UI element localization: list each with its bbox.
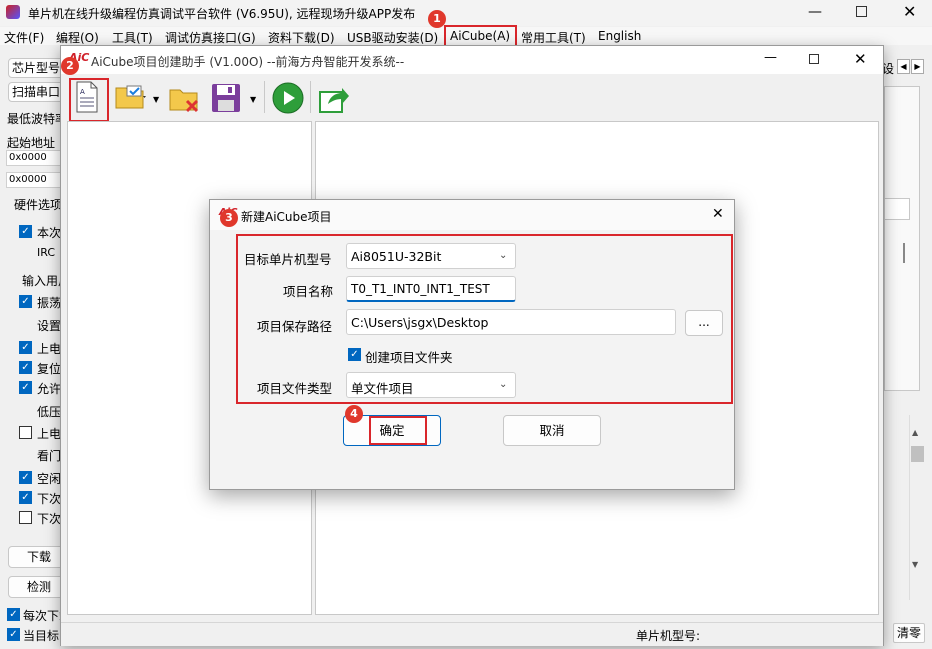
wizard-toolbar: A ▼ ▼ [61, 75, 883, 119]
clear-label: 清零 [896, 626, 921, 640]
bottom-checkbox-2[interactable]: ✓ [7, 628, 20, 641]
menu-file[interactable]: 文件(F) [4, 29, 44, 46]
opt-label-7: 复位 [37, 362, 62, 376]
hardware-label: 硬件选项 [14, 198, 63, 212]
close-button[interactable]: ✕ [903, 2, 916, 21]
opt-checkbox-10[interactable] [19, 426, 32, 439]
chip-model-label: 芯片型号 [12, 61, 61, 75]
close-project-icon[interactable] [169, 84, 201, 114]
new-project-dialog: AiC 新建AiCube项目 ✕ 目标单片机型号 Ai8051U-32Bit ⌄… [209, 199, 735, 490]
export-icon[interactable] [318, 82, 350, 114]
dialog-close-button[interactable]: ✕ [712, 206, 724, 222]
download-label: 下载 [27, 550, 52, 564]
opt-label-10: 上电 [37, 427, 62, 441]
menu-usb[interactable]: USB驱动安装(D) [347, 29, 438, 46]
menu-program[interactable]: 编程(O) [56, 29, 99, 46]
opt-label-11: 看门 [37, 449, 62, 463]
addr-input-1[interactable]: 0x0000 [6, 150, 64, 166]
wizard-minimize-button[interactable]: — [764, 50, 777, 65]
minimize-button[interactable]: — [808, 4, 822, 20]
bottom-checkbox-1[interactable]: ✓ [7, 608, 20, 621]
right-scroll-thumb[interactable] [903, 243, 905, 263]
highlight-menu-aicube [444, 25, 517, 47]
log-scroll-thumb[interactable] [911, 446, 924, 462]
detect-label: 检测 [27, 580, 52, 594]
right-field[interactable] [884, 198, 910, 220]
opt-checkbox-13[interactable]: ✓ [19, 491, 32, 504]
scan-port-button[interactable]: 扫描串口 [8, 82, 64, 102]
wizard-status-bar [61, 622, 883, 646]
cancel-button[interactable]: 取消 [503, 415, 601, 446]
chip-model-button[interactable]: 芯片型号 [8, 58, 64, 78]
opt-label-9: 低压 [37, 405, 62, 419]
tab-scroll-left[interactable]: ◀ [897, 59, 910, 74]
log-scroll-up-icon[interactable]: ▲ [912, 428, 918, 437]
opt-label-13: 下次 [37, 492, 62, 506]
clear-button[interactable]: 清零 [893, 623, 925, 643]
opt-checkbox-6[interactable]: ✓ [19, 341, 32, 354]
opt-label-14: 下次 [37, 512, 62, 526]
status-mcu-label: 单片机型号: [636, 629, 701, 643]
opt-label-12: 空闲 [37, 472, 62, 486]
detect-button[interactable]: 检测 [8, 576, 64, 598]
opt-checkbox-4[interactable]: ✓ [19, 295, 32, 308]
cancel-label: 取消 [539, 423, 565, 438]
step-badge-1: 1 [428, 10, 446, 28]
opt-checkbox-8[interactable]: ✓ [19, 381, 32, 394]
right-panel [884, 86, 920, 391]
step-badge-3: 3 [220, 209, 238, 227]
dropdown-arrow-icon[interactable]: ▼ [153, 95, 159, 104]
opt-checkbox-1[interactable]: ✓ [19, 225, 32, 238]
opt-label-8: 允许 [37, 382, 62, 396]
log-scroll-down-icon[interactable]: ▼ [912, 560, 918, 569]
opt-label-1: 本次 [37, 226, 62, 240]
tab-scroll-right[interactable]: ▶ [911, 59, 924, 74]
save-dropdown-arrow-icon[interactable]: ▼ [250, 95, 256, 104]
scan-port-label: 扫描串口 [12, 85, 61, 99]
opt-label-6: 上电 [37, 342, 62, 356]
step-badge-4: 4 [345, 405, 363, 423]
toolbar-separator-2 [310, 81, 311, 113]
menu-english[interactable]: English [598, 29, 641, 43]
addr-label: 起始地址 [7, 136, 56, 150]
wizard-title: AiCube项目创建助手 (V1.00O) --前海方舟智能开发系统-- [91, 55, 405, 69]
wizard-close-button[interactable]: ✕ [854, 50, 867, 68]
open-folder-icon[interactable] [115, 84, 149, 109]
opt-label-5: 设置 [37, 319, 62, 333]
main-title-bar: 单片机在线升级编程仿真调试平台软件 (V6.95U), 远程现场升级APP发布 … [0, 0, 932, 26]
menu-tools[interactable]: 工具(T) [112, 29, 153, 46]
highlight-form [236, 234, 733, 404]
wizard-title-bar: AiC AiCube项目创建助手 (V1.00O) --前海方舟智能开发系统--… [61, 46, 883, 74]
opt-checkbox-12[interactable]: ✓ [19, 471, 32, 484]
highlight-new-project [69, 78, 109, 122]
opt-label-2: IRC [37, 246, 56, 259]
menu-download[interactable]: 资料下载(D) [268, 29, 335, 46]
step-badge-2: 2 [61, 57, 79, 75]
dialog-title-bar: AiC 新建AiCube项目 ✕ [210, 200, 734, 230]
download-button[interactable]: 下载 [8, 546, 64, 568]
toolbar-separator [264, 81, 265, 113]
highlight-ok [369, 416, 427, 445]
save-icon[interactable] [211, 83, 241, 113]
wizard-maximize-button[interactable] [809, 54, 819, 64]
maximize-button[interactable] [856, 6, 867, 17]
menu-debug[interactable]: 调试仿真接口(G) [165, 29, 256, 46]
menu-common-tools[interactable]: 常用工具(T) [521, 29, 586, 46]
log-scrollbar[interactable] [909, 415, 925, 600]
app-logo-icon [6, 5, 20, 19]
run-icon[interactable] [272, 82, 304, 114]
dialog-title: 新建AiCube项目 [241, 210, 332, 224]
main-title: 单片机在线升级编程仿真调试平台软件 (V6.95U), 远程现场升级APP发布 [28, 7, 416, 21]
opt-checkbox-14[interactable] [19, 511, 32, 524]
opt-checkbox-7[interactable]: ✓ [19, 361, 32, 374]
baud-label: 最低波特率 [7, 112, 68, 126]
bottom-label-2: 当目标 [23, 629, 60, 643]
opt-label-4: 振荡 [37, 296, 62, 310]
addr-input-2[interactable]: 0x0000 [6, 172, 64, 188]
